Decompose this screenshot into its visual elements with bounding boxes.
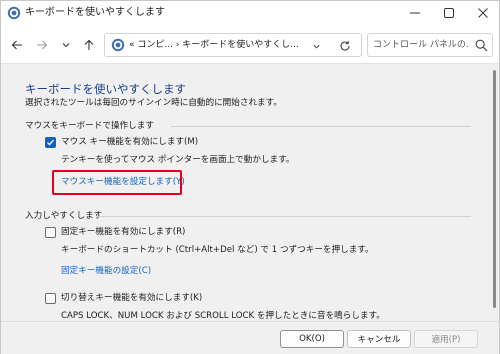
breadcrumb[interactable]: « コンピ... › キーボードを使いやすくし... [129,39,299,51]
toggle-keys-checkbox-label[interactable]: 切り替えキー機能を有効にします(K) [61,292,202,304]
apply-button[interactable]: 適用(P) [414,330,478,348]
recent-locations-button[interactable] [56,35,76,55]
search-icon[interactable] [475,39,488,52]
up-button[interactable] [79,35,99,55]
checkmark-icon [47,139,54,146]
address-dropdown-button[interactable] [309,39,323,53]
control-panel-icon [7,6,21,20]
ok-button[interactable]: OK(O) [280,330,344,348]
back-button[interactable] [7,35,27,55]
highlight-box [52,170,182,195]
section-divider [97,216,471,217]
title-bar: キーボードを使いやすくします [1,1,499,25]
section-header-mouse: マウスをキーボードで操作します [25,121,154,131]
toggle-keys-checkbox[interactable] [45,293,56,304]
sticky-keys-note: キーボードのショートカット (Ctrl+Alt+Del など) で 1 つずつキ… [61,245,374,255]
navigation-bar: « コンピ... › キーボードを使いやすくし... [1,27,499,63]
sticky-keys-settings-link[interactable]: 固定キー機能の設定(C) [61,265,151,277]
accessibility-window: キーボードを使いやすくします « コンピ... › キーボードを使いやすくし..… [0,0,500,354]
sticky-keys-checkbox[interactable] [45,227,56,238]
content-pane: キーボードを使いやすくします 選択されたツールは毎回のサインイン時に自動的に開始… [1,63,499,321]
arrow-left-icon [11,40,22,50]
dialog-footer: OK(O) キャンセル 適用(P) [1,321,499,354]
close-button[interactable] [465,1,500,25]
search-box[interactable] [367,33,493,57]
control-panel-icon [111,38,125,52]
refresh-icon [340,41,350,51]
section-divider [171,126,471,127]
minimize-button[interactable] [397,1,433,25]
arrow-up-icon [84,39,94,50]
mouse-keys-note: テンキーを使ってマウス ポインターを画面上で動かします。 [61,155,295,165]
page-title: キーボードを使いやすくします [25,82,186,96]
window-title: キーボードを使いやすくします [25,7,165,18]
address-bar[interactable]: « コンピ... › キーボードを使いやすくし... [104,33,362,57]
mouse-keys-checkbox-label[interactable]: マウス キー機能を有効にします(M) [61,136,198,148]
cancel-button[interactable]: キャンセル [347,330,411,348]
maximize-button[interactable] [431,1,467,25]
sticky-keys-checkbox-label[interactable]: 固定キー機能を有効にします(R) [61,226,185,238]
page-description: 選択されたツールは毎回のサインイン時に自動的に開始されます。 [25,98,282,108]
forward-button[interactable] [32,35,52,55]
mouse-keys-checkbox[interactable] [45,137,56,148]
chevron-down-icon [312,44,320,49]
close-icon [478,8,488,18]
toggle-keys-note: CAPS LOCK、NUM LOCK および SCROLL LOCK を押したと… [61,311,385,321]
refresh-button[interactable] [337,38,353,54]
arrow-right-icon [37,40,48,50]
minimize-icon [410,12,420,14]
section-header-input: 入力しやすくします [25,211,103,221]
scrollbar-thumb[interactable] [493,70,496,308]
chevron-down-icon [62,43,70,48]
search-input[interactable] [373,37,469,53]
maximize-icon [444,8,454,18]
vertical-scrollbar[interactable] [490,64,499,321]
